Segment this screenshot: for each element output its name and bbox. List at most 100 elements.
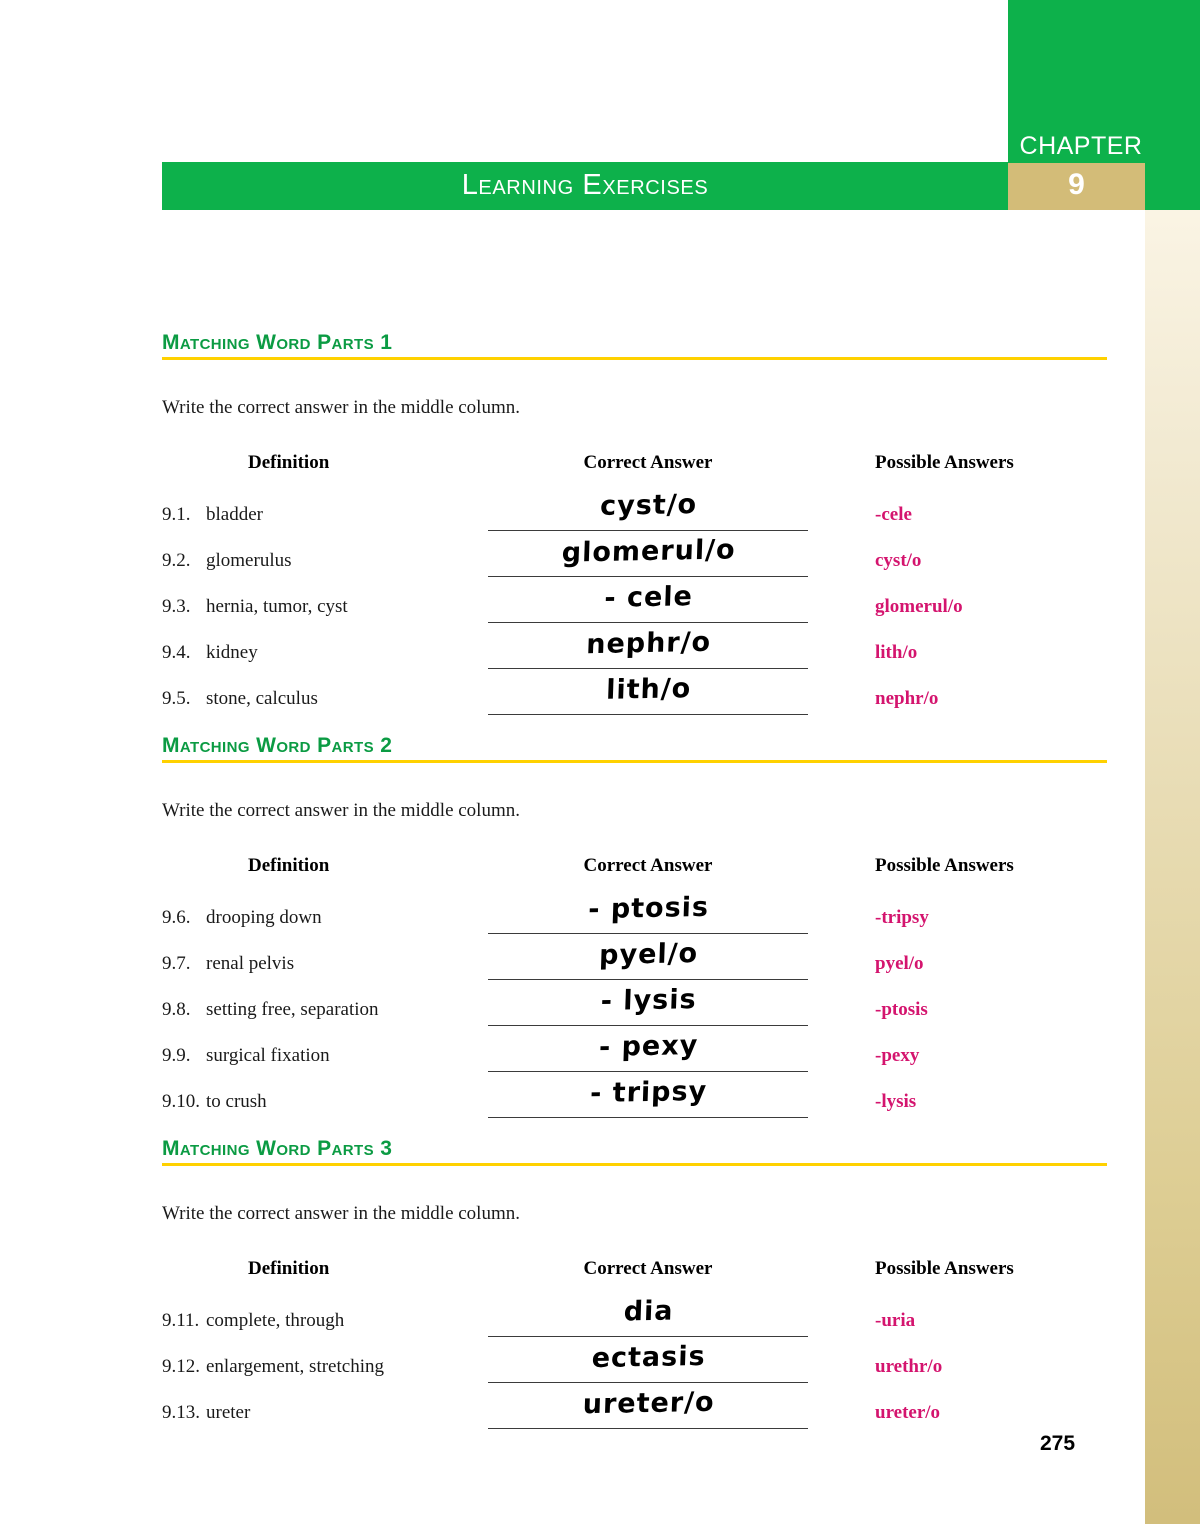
section-2-instruction: Write the correct answer in the middle c…: [162, 800, 520, 822]
row-definition: drooping down: [206, 907, 322, 929]
exercise-row: 9.1. bladder cyst/o -cele: [162, 489, 1107, 538]
row-definition: glomerulus: [206, 550, 292, 572]
row-number: 9.7.: [162, 953, 191, 975]
learning-exercises-title: Learning Exercises: [461, 169, 709, 201]
answer-blank-line[interactable]: ectasis: [488, 1341, 808, 1384]
section-3-heading: Matching Word Parts 3: [162, 1137, 1107, 1167]
answer-blank-line[interactable]: - ptosis: [488, 892, 808, 935]
possible-answer: urethr/o: [875, 1356, 943, 1378]
chapter-number: 9: [1068, 168, 1085, 201]
handwritten-answer: ureter/o: [582, 1386, 716, 1421]
row-definition: stone, calculus: [206, 688, 318, 710]
exercise-row: 9.2. glomerulus glomerul/o cyst/o: [162, 534, 1107, 584]
exercise-row: 9.12. enlargement, stretching ectasis ur…: [162, 1341, 1107, 1390]
row-number: 9.13.: [162, 1402, 200, 1424]
section-2-heading: Matching Word Parts 2: [162, 734, 1107, 764]
row-number: 9.1.: [162, 504, 191, 526]
column-header-possible-answers: Possible Answers: [875, 855, 1014, 877]
exercise-row: 9.5. stone, calculus lith/o nephr/o: [162, 673, 1107, 722]
exercise-row: 9.13. ureter ureter/o ureter/o: [162, 1387, 1107, 1436]
row-number: 9.8.: [162, 999, 191, 1021]
possible-answer: -ptosis: [875, 999, 928, 1021]
section-3-rows: 9.11. complete, through dia -uria 9.12. …: [162, 1296, 1107, 1436]
row-number: 9.12.: [162, 1356, 200, 1378]
row-number: 9.11.: [162, 1310, 200, 1332]
column-header-correct-answer: Correct Answer: [583, 452, 713, 474]
section-1-heading: Matching Word Parts 1: [162, 331, 1107, 361]
possible-answer: -lysis: [875, 1091, 917, 1113]
exercise-row: 9.3. hernia, tumor, cyst - cele glomerul…: [162, 581, 1107, 630]
section-matching-word-parts-2: Matching Word Parts 2 Write the correct …: [162, 734, 1107, 1125]
column-header-definition: Definition: [248, 452, 330, 474]
row-definition: complete, through: [206, 1310, 345, 1332]
row-definition: enlargement, stretching: [206, 1356, 384, 1378]
column-header-correct-answer: Correct Answer: [583, 855, 713, 877]
handwritten-answer: lith/o: [605, 673, 692, 706]
page-number: 275: [1040, 1432, 1076, 1455]
handwritten-answer: - ptosis: [587, 891, 710, 926]
possible-answer: -pexy: [875, 1045, 920, 1067]
answer-blank-line[interactable]: nephr/o: [488, 627, 808, 670]
possible-answer: cyst/o: [875, 550, 922, 572]
handwritten-answer: - tripsy: [589, 1075, 708, 1110]
row-definition: bladder: [206, 504, 263, 526]
row-definition: hernia, tumor, cyst: [206, 596, 348, 618]
handwritten-answer: nephr/o: [585, 626, 712, 661]
section-1-instruction: Write the correct answer in the middle c…: [162, 397, 520, 419]
answer-blank-line[interactable]: cyst/o: [488, 489, 808, 532]
exercise-row: 9.10. to crush - tripsy -lysis: [162, 1076, 1107, 1125]
answer-blank-line[interactable]: glomerul/o: [488, 534, 808, 578]
exercise-row: 9.6. drooping down - ptosis -tripsy: [162, 892, 1107, 941]
possible-answer: -uria: [875, 1310, 916, 1332]
row-definition: ureter: [206, 1402, 251, 1424]
section-3-column-headers: Definition Correct Answer Possible Answe…: [162, 1258, 1107, 1282]
page-edge-gradient-band: [1145, 210, 1200, 1524]
column-header-correct-answer: Correct Answer: [583, 1258, 713, 1280]
handwritten-answer: cyst/o: [599, 489, 698, 522]
exercise-row: 9.8. setting free, separation - lysis -p…: [162, 984, 1107, 1033]
possible-answer: pyel/o: [875, 953, 924, 975]
answer-blank-line[interactable]: - lysis: [488, 984, 808, 1027]
handwritten-answer: glomerul/o: [561, 534, 737, 569]
exercise-row: 9.7. renal pelvis pyel/o pyel/o: [162, 938, 1107, 987]
answer-blank-line[interactable]: dia: [488, 1296, 808, 1338]
possible-answer: lith/o: [875, 642, 918, 664]
row-number: 9.2.: [162, 550, 191, 572]
handwritten-answer: - pexy: [598, 1030, 699, 1063]
exercise-row: 9.9. surgical fixation - pexy -pexy: [162, 1030, 1107, 1079]
row-definition: to crush: [206, 1091, 267, 1113]
chapter-label: CHAPTER: [1019, 132, 1143, 160]
column-header-possible-answers: Possible Answers: [875, 452, 1014, 474]
answer-blank-line[interactable]: pyel/o: [488, 938, 808, 981]
possible-answer: nephr/o: [875, 688, 939, 710]
column-header-possible-answers: Possible Answers: [875, 1258, 1014, 1280]
column-header-definition: Definition: [248, 855, 330, 877]
row-number: 9.3.: [162, 596, 191, 618]
answer-blank-line[interactable]: lith/o: [488, 673, 808, 716]
answer-blank-line[interactable]: - pexy: [488, 1030, 808, 1073]
section-3-instruction: Write the correct answer in the middle c…: [162, 1203, 520, 1225]
section-2-rows: 9.6. drooping down - ptosis -tripsy 9.7.…: [162, 892, 1107, 1125]
row-number: 9.4.: [162, 642, 191, 664]
section-1-column-headers: Definition Correct Answer Possible Answe…: [162, 452, 1107, 476]
section-matching-word-parts-1: Matching Word Parts 1 Write the correct …: [162, 331, 1107, 722]
handwritten-answer: pyel/o: [598, 938, 699, 971]
answer-blank-line[interactable]: - tripsy: [488, 1076, 808, 1119]
answer-blank-line[interactable]: ureter/o: [488, 1387, 808, 1430]
answer-blank-line[interactable]: - cele: [488, 581, 808, 624]
handwritten-answer: ectasis: [591, 1340, 707, 1375]
handwritten-answer: - cele: [603, 581, 694, 614]
section-2-column-headers: Definition Correct Answer Possible Answe…: [162, 855, 1107, 879]
row-number: 9.9.: [162, 1045, 191, 1067]
row-definition: surgical fixation: [206, 1045, 330, 1067]
exercise-row: 9.4. kidney nephr/o lith/o: [162, 627, 1107, 676]
handwritten-answer: - lysis: [600, 984, 698, 1017]
section-matching-word-parts-3: Matching Word Parts 3 Write the correct …: [162, 1137, 1107, 1436]
row-number: 9.6.: [162, 907, 191, 929]
row-definition: renal pelvis: [206, 953, 295, 975]
row-definition: kidney: [206, 642, 258, 664]
section-1-rows: 9.1. bladder cyst/o -cele 9.2. glomerulu…: [162, 489, 1107, 722]
column-header-definition: Definition: [248, 1258, 330, 1280]
possible-answer: glomerul/o: [875, 596, 963, 618]
row-number: 9.10.: [162, 1091, 200, 1113]
